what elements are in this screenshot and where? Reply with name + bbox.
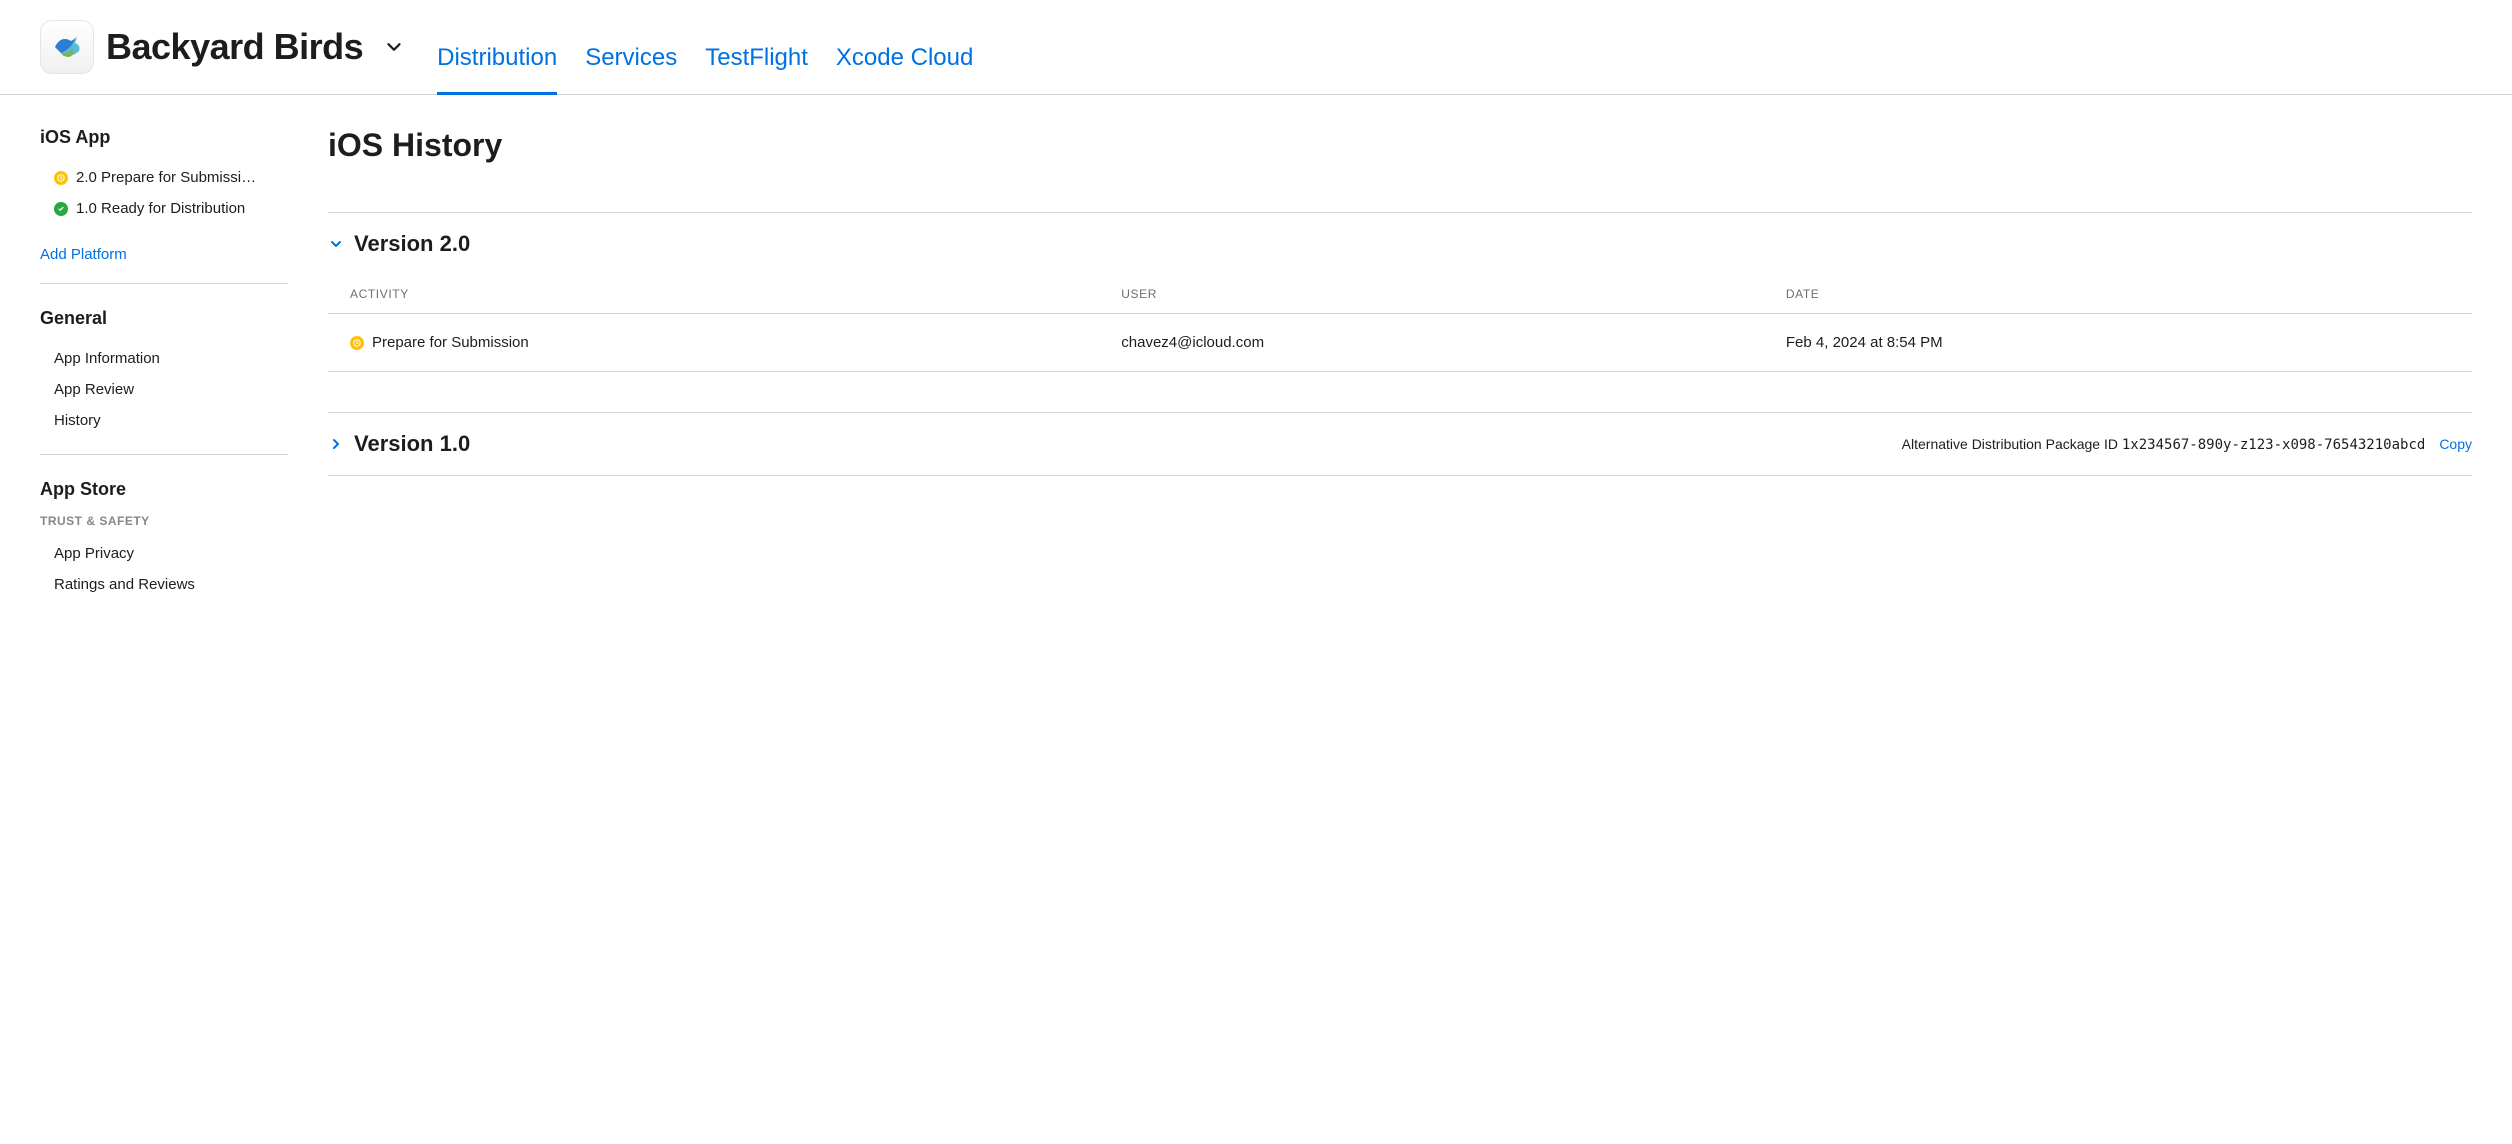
tab-distribution[interactable]: Distribution [437,44,557,95]
sidebar-item-ratings-reviews[interactable]: Ratings and Reviews [40,569,296,600]
sidebar-item-version-1[interactable]: 1.0 Ready for Distribution [40,193,296,224]
divider [40,454,288,455]
sidebar-item-history[interactable]: History [40,405,296,436]
sidebar-section-ios-app: iOS App [40,127,296,148]
tabs-nav: Distribution Services TestFlight Xcode C… [437,44,973,94]
sidebar-item-label: 2.0 Prepare for Submissi… [76,169,256,186]
sidebar-item-label: History [54,412,101,429]
app-title-group[interactable]: Backyard Birds [40,20,405,94]
sidebar-item-label: 1.0 Ready for Distribution [76,200,245,217]
sidebar-item-label: App Information [54,350,160,367]
sidebar-subheader-trust-safety: TRUST & SAFETY [40,514,296,528]
sidebar-item-label: App Privacy [54,545,134,562]
col-date: DATE [1786,275,2472,314]
col-activity: ACTIVITY [328,275,1121,314]
history-table: ACTIVITY USER DATE Prepare for Submissi [328,275,2472,372]
date-cell: Feb 4, 2024 at 8:54 PM [1786,314,2472,372]
copy-button[interactable]: Copy [2439,436,2472,452]
col-user: USER [1121,275,1786,314]
sidebar-item-label: App Review [54,381,134,398]
version-title: Version 1.0 [354,431,470,457]
tab-services[interactable]: Services [585,44,677,95]
version-title: Version 2.0 [354,231,470,257]
version-section-2: Version 2.0 ACTIVITY USER DATE [328,212,2472,372]
version-header-2[interactable]: Version 2.0 [328,213,2472,275]
version-section-1: Version 1.0 Alternative Distribution Pac… [328,412,2472,476]
page-title: iOS History [328,127,2472,164]
divider [40,283,288,284]
chevron-down-icon [328,236,344,252]
sidebar: iOS App 2.0 Prepare for Submissi… 1.0 Re… [40,95,296,618]
version-header-1[interactable]: Version 1.0 Alternative Distribution Pac… [328,413,2472,475]
table-row: Prepare for Submission chavez4@icloud.co… [328,314,2472,372]
chevron-right-icon [328,436,344,452]
tab-xcode-cloud[interactable]: Xcode Cloud [836,44,973,95]
package-id-value: 1x234567-890y-z123-x098-76543210abcd [2122,437,2425,453]
app-title: Backyard Birds [106,26,363,68]
activity-label: Prepare for Submission [372,334,529,351]
header: Backyard Birds Distribution Services Tes… [0,0,2512,95]
clock-icon [54,171,68,185]
sidebar-item-app-information[interactable]: App Information [40,343,296,374]
tab-testflight[interactable]: TestFlight [705,44,808,95]
user-cell: chavez4@icloud.com [1121,314,1786,372]
add-platform-link[interactable]: Add Platform [40,242,296,267]
check-icon [54,202,68,216]
sidebar-item-label: Ratings and Reviews [54,576,195,593]
package-id-label: Alternative Distribution Package ID [1902,436,2118,452]
sidebar-section-general: General [40,308,296,329]
sidebar-item-app-review[interactable]: App Review [40,374,296,405]
sidebar-section-app-store: App Store [40,479,296,500]
main: iOS History Version 2.0 ACTIVITY USER DA… [296,95,2472,618]
sidebar-item-version-2[interactable]: 2.0 Prepare for Submissi… [40,162,296,193]
chevron-down-icon[interactable] [383,36,405,58]
sidebar-item-app-privacy[interactable]: App Privacy [40,538,296,569]
clock-icon [350,336,364,350]
app-icon [40,20,94,74]
